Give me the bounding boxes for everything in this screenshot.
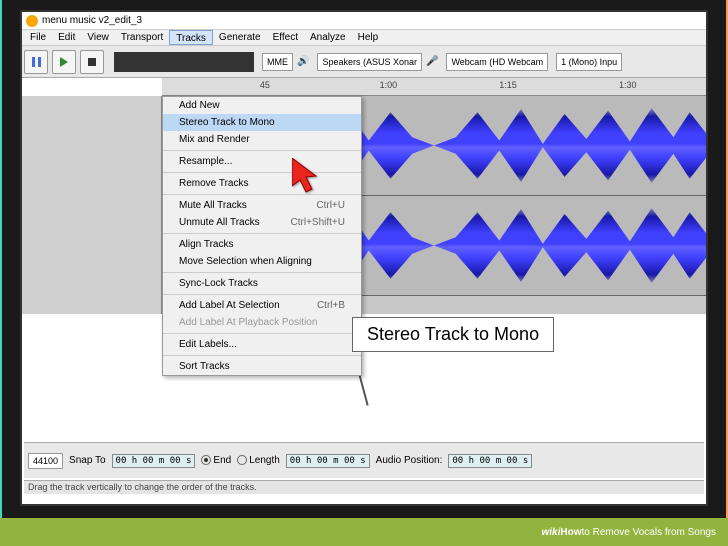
menu-item-sort-tracks[interactable]: Sort Tracks <box>163 358 361 375</box>
menu-item-stereo-track-to-mono[interactable]: Stereo Track to Mono <box>163 114 361 131</box>
menu-item-add-label-at-playback-position: Add Label At Playback Position <box>163 314 361 331</box>
stop-button[interactable] <box>80 50 104 74</box>
speaker-icon: 🔊 <box>297 56 309 67</box>
menu-effect[interactable]: Effect <box>267 30 304 45</box>
menu-item-remove-tracks[interactable]: Remove Tracks <box>163 175 361 192</box>
ruler-mark: 45 <box>260 80 270 90</box>
brand-wiki: wiki <box>541 527 560 538</box>
brand-how: How <box>560 527 581 538</box>
menu-item-resample-[interactable]: Resample... <box>163 153 361 170</box>
callout-label: Stereo Track to Mono <box>352 317 554 352</box>
menu-item-add-new[interactable]: Add New <box>163 97 361 114</box>
statusbar: Drag the track vertically to change the … <box>24 480 704 494</box>
cursor-pointer-icon <box>292 158 328 203</box>
time-ruler[interactable]: 45 1:00 1:15 1:30 <box>162 78 706 96</box>
length-radio[interactable]: Length <box>237 455 280 466</box>
menu-item-align-tracks[interactable]: Align Tracks <box>163 236 361 253</box>
audio-position-time: 00 h 00 m 00 s <box>448 454 532 468</box>
menu-item-mute-all-tracks[interactable]: Mute All TracksCtrl+U <box>163 197 361 214</box>
tracks-area: Add NewStereo Track to MonoMix and Rende… <box>22 96 706 314</box>
menu-help[interactable]: Help <box>352 30 385 45</box>
menu-tracks[interactable]: Tracks <box>169 30 213 45</box>
menubar[interactable]: FileEditViewTransportTracksGenerateEffec… <box>22 30 706 46</box>
menu-item-move-selection-when-aligning[interactable]: Move Selection when Aligning <box>163 253 361 270</box>
selection-start-time[interactable]: 00 h 00 m 00 s <box>112 454 196 468</box>
end-radio[interactable]: End <box>201 455 231 466</box>
toolbar: MME 🔊 Speakers (ASUS Xonar 🎤 Webcam (HD … <box>22 46 706 78</box>
tracks-menu-dropdown[interactable]: Add NewStereo Track to MonoMix and Rende… <box>162 96 362 376</box>
menu-generate[interactable]: Generate <box>213 30 267 45</box>
window-title: menu music v2_edit_3 <box>42 15 142 26</box>
play-button[interactable] <box>52 50 76 74</box>
menu-item-edit-labels-[interactable]: Edit Labels... <box>163 336 361 353</box>
menu-edit[interactable]: Edit <box>52 30 81 45</box>
host-combo[interactable]: MME <box>262 53 293 71</box>
app-icon <box>26 15 38 27</box>
snap-label: Snap To <box>69 455 106 466</box>
article-title: to Remove Vocals from Songs <box>581 527 716 538</box>
level-meter <box>114 52 254 72</box>
ruler-mark: 1:00 <box>380 80 398 90</box>
selection-toolbar: 44100 Snap To 00 h 00 m 00 s End Length … <box>24 442 704 478</box>
menu-transport[interactable]: Transport <box>115 30 169 45</box>
mic-icon: 🎤 <box>426 56 438 67</box>
track-header-panel[interactable] <box>22 96 162 314</box>
audio-position-label: Audio Position: <box>376 455 443 466</box>
menu-item-add-label-at-selection[interactable]: Add Label At SelectionCtrl+B <box>163 297 361 314</box>
menu-item-unmute-all-tracks[interactable]: Unmute All TracksCtrl+Shift+U <box>163 214 361 231</box>
ruler-mark: 1:15 <box>499 80 517 90</box>
titlebar: menu music v2_edit_3 <box>22 12 706 30</box>
menu-view[interactable]: View <box>81 30 115 45</box>
channels-combo[interactable]: 1 (Mono) Inpu <box>556 53 622 71</box>
app-window: menu music v2_edit_3 FileEditViewTranspo… <box>20 10 708 506</box>
selection-end-time[interactable]: 00 h 00 m 00 s <box>286 454 370 468</box>
menu-file[interactable]: File <box>24 30 52 45</box>
menu-analyze[interactable]: Analyze <box>304 30 352 45</box>
input-combo[interactable]: Webcam (HD Webcam <box>446 53 548 71</box>
menu-item-mix-and-render[interactable]: Mix and Render <box>163 131 361 148</box>
menu-item-sync-lock-tracks[interactable]: Sync-Lock Tracks <box>163 275 361 292</box>
wikihow-banner: wikiHow to Remove Vocals from Songs <box>0 518 728 546</box>
output-combo[interactable]: Speakers (ASUS Xonar <box>317 53 422 71</box>
pause-button[interactable] <box>24 50 48 74</box>
ruler-mark: 1:30 <box>619 80 637 90</box>
project-rate-combo[interactable]: 44100 <box>28 453 63 469</box>
